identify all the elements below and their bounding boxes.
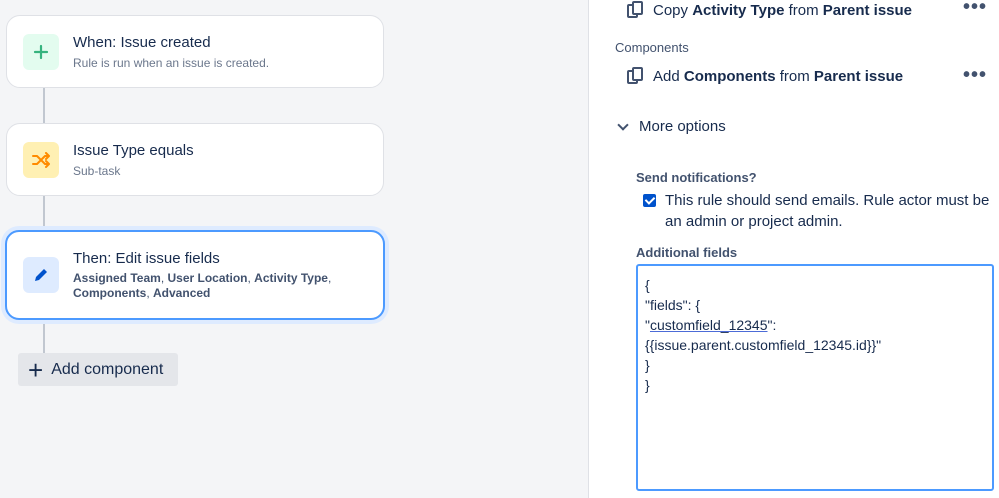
action-card[interactable]: Then: Edit issue fields Assigned Team, U… [5, 230, 385, 320]
condition-subtitle: Sub-task [73, 163, 121, 178]
add-component-label: Add component [51, 360, 164, 378]
add-components-row[interactable]: Add Components from Parent issue [627, 66, 903, 86]
send-notifications-checkbox[interactable] [643, 194, 656, 207]
more-actions-icon[interactable]: ••• [963, 64, 987, 87]
send-notifications-label: Send notifications? [636, 170, 757, 185]
copy-icon [627, 1, 645, 19]
chevron-down-icon [617, 118, 629, 131]
add-component-button[interactable]: + Add component [18, 353, 178, 386]
plus-icon [23, 33, 59, 70]
additional-fields-label: Additional fields [636, 245, 738, 260]
trigger-card[interactable]: When: Issue created Rule is run when an … [6, 15, 384, 88]
more-actions-icon[interactable]: ••• [963, 0, 987, 19]
copy-icon [627, 67, 645, 85]
plus-icon: + [28, 354, 44, 385]
more-options-toggle[interactable]: More options [615, 118, 726, 135]
copy-activity-type-row[interactable]: Copy Activity Type from Parent issue [627, 0, 912, 20]
components-label: Components [615, 40, 689, 55]
send-notifications-text: This rule should send emails. Rule actor… [665, 192, 990, 230]
shuffle-icon [23, 141, 59, 178]
condition-title: Issue Type equals [73, 141, 194, 159]
trigger-title: When: Issue created [73, 33, 211, 51]
connector-line [43, 196, 45, 232]
edit-panel: Copy Activity Type from Parent issue •••… [588, 0, 999, 498]
action-title: Then: Edit issue fields [73, 250, 220, 267]
rule-canvas: When: Issue created Rule is run when an … [0, 0, 588, 498]
connector-line [43, 320, 45, 354]
pencil-icon [23, 257, 59, 293]
condition-card[interactable]: Issue Type equals Sub-task [6, 123, 384, 196]
connector-line [43, 88, 45, 123]
additional-fields-input[interactable]: { "fields": { "customfield_12345": {{iss… [636, 264, 994, 491]
trigger-subtitle: Rule is run when an issue is created. [73, 55, 270, 70]
action-fields: Assigned Team, User Location, Activity T… [73, 271, 332, 300]
